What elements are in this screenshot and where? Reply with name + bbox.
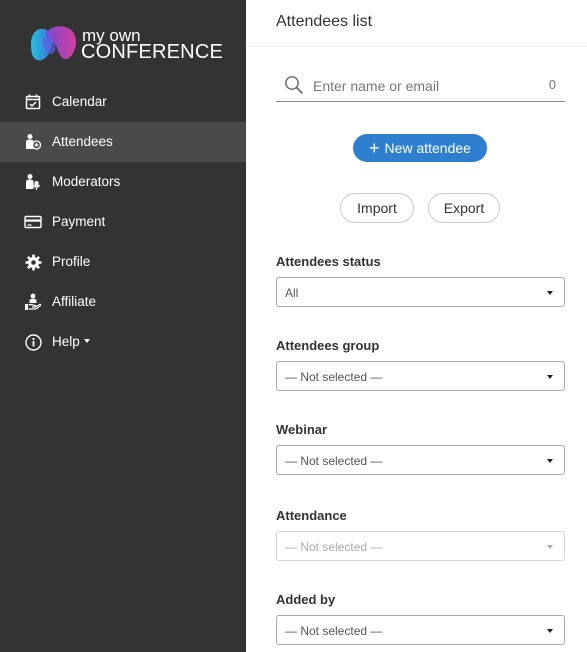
sidebar: my own CONFERENCE Calendar Attendees Mod…: [0, 0, 246, 652]
sidebar-item-attendees[interactable]: Attendees: [0, 122, 246, 162]
import-button[interactable]: Import: [340, 193, 414, 223]
dropdown-arrow-icon: [547, 291, 553, 295]
sidebar-item-label: Moderators: [52, 174, 121, 189]
sidebar-item-profile[interactable]: Profile: [0, 242, 246, 282]
new-attendee-button[interactable]: + New attendee: [353, 134, 487, 162]
sidebar-item-payment[interactable]: Payment: [0, 202, 246, 242]
affiliate-icon: [24, 293, 42, 311]
sidebar-item-label: Help: [52, 334, 90, 350]
attendees-status-label: Attendees status: [276, 254, 381, 269]
help-label: Help: [52, 334, 80, 349]
sidebar-item-label: Calendar: [52, 94, 107, 109]
brand-line2: CONFERENCE: [81, 41, 224, 63]
added-by-select[interactable]: — Not selected —: [276, 615, 565, 645]
sidebar-item-moderators[interactable]: Moderators: [0, 162, 246, 202]
attendees-group-select[interactable]: — Not selected —: [276, 361, 565, 391]
page-header: Attendees list: [246, 0, 587, 47]
added-by-label: Added by: [276, 592, 336, 607]
select-value: — Not selected —: [285, 540, 383, 554]
search-input[interactable]: [313, 76, 533, 96]
main-content: Attendees list 0 + New attendee Import E…: [246, 0, 587, 652]
gear-icon: [24, 253, 42, 271]
select-value: — Not selected —: [285, 454, 383, 468]
select-value: All: [285, 286, 299, 300]
sidebar-item-label: Payment: [52, 214, 106, 229]
search-box[interactable]: 0: [276, 68, 565, 102]
attendees-group-label: Attendees group: [276, 338, 380, 353]
dropdown-arrow-icon: [547, 459, 553, 463]
select-value: — Not selected —: [285, 370, 383, 384]
sidebar-item-affiliate[interactable]: Affiliate: [0, 282, 246, 322]
attendance-select: — Not selected —: [276, 531, 565, 561]
page-title: Attendees list: [276, 13, 373, 30]
sidebar-nav: Calendar Attendees Moderators Payment Pr: [0, 82, 246, 362]
sidebar-item-help[interactable]: Help: [0, 322, 246, 362]
export-button[interactable]: Export: [428, 193, 500, 223]
attendees-status-select[interactable]: All: [276, 277, 565, 307]
attendance-label: Attendance: [276, 508, 347, 523]
sidebar-item-label: Profile: [52, 254, 91, 269]
webinar-label: Webinar: [276, 422, 328, 437]
plus-icon: +: [369, 138, 380, 158]
brand-logo[interactable]: my own CONFERENCE: [29, 24, 223, 66]
sidebar-item-label: Attendees: [52, 134, 113, 149]
new-attendee-label: New attendee: [384, 140, 471, 156]
chevron-down-icon: [83, 339, 90, 344]
webinar-select[interactable]: — Not selected —: [276, 445, 565, 475]
select-value: — Not selected —: [285, 624, 383, 638]
info-icon: [24, 333, 42, 351]
credit-card-icon: [24, 213, 42, 231]
moderators-icon: [24, 173, 42, 191]
search-icon: [285, 76, 303, 94]
dropdown-arrow-icon: [547, 545, 553, 549]
sidebar-item-label: Affiliate: [52, 294, 97, 309]
dropdown-arrow-icon: [547, 629, 553, 633]
calendar-icon: [24, 93, 42, 111]
attendees-icon: [24, 133, 42, 151]
logo-mark-icon: [31, 26, 76, 61]
dropdown-arrow-icon: [547, 375, 553, 379]
sidebar-item-calendar[interactable]: Calendar: [0, 82, 246, 122]
results-count: 0: [548, 77, 556, 92]
